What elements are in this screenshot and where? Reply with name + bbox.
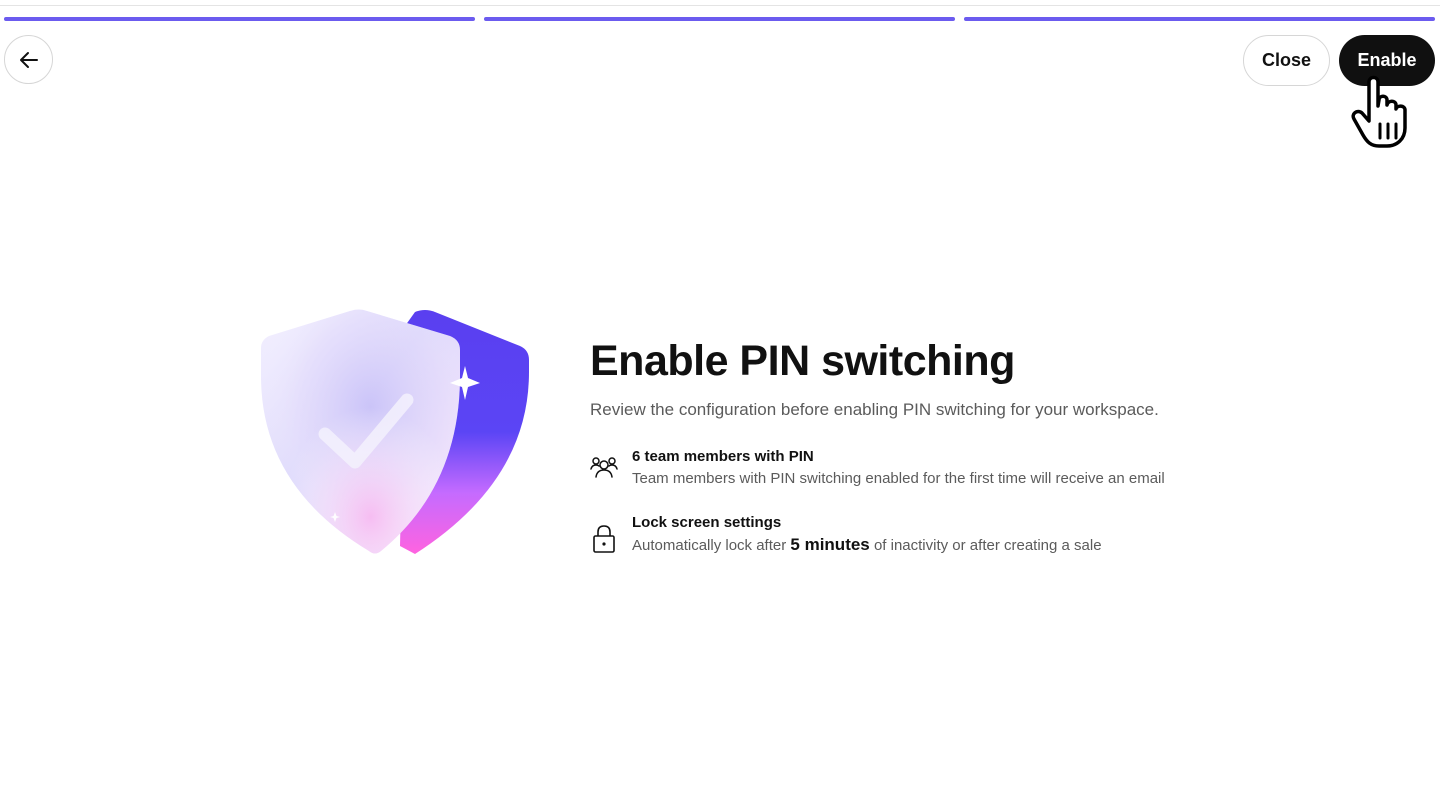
lock-icon: [590, 525, 618, 553]
list-item-description: Team members with PIN switching enabled …: [632, 470, 1165, 487]
shield-check-icon: [261, 309, 529, 554]
list-item-team-members: 6 team members with PIN Team members wit…: [590, 447, 1290, 490]
main-content: Enable PIN switching Review the configur…: [590, 336, 1290, 557]
arrow-left-icon: [19, 51, 38, 68]
progress-bar: [4, 17, 1435, 21]
list-item-title: Lock screen settings: [632, 514, 782, 531]
top-border: [0, 5, 1440, 6]
close-button[interactable]: Close: [1243, 35, 1330, 86]
team-members-icon: [590, 454, 618, 482]
lock-timeout-value: 5 minutes: [790, 535, 870, 554]
close-button-label: Close: [1261, 50, 1312, 70]
progress-step-2: [484, 17, 955, 21]
list-item-lock-screen: Lock screen settings Automatically lock …: [590, 513, 1290, 557]
list-item-text: Lock screen settings Automatically lock …: [632, 513, 1102, 557]
page-subtitle: Review the configuration before enabling…: [590, 400, 1159, 419]
back-button[interactable]: [4, 35, 53, 84]
enable-button[interactable]: Enable: [1339, 35, 1435, 86]
list-item-text: 6 team members with PIN Team members wit…: [632, 447, 1165, 490]
enable-button-label: Enable: [1357, 50, 1417, 70]
page-title: Enable PIN switching: [590, 337, 1015, 385]
list-item-description: Automatically lock after 5 minutes of in…: [632, 534, 1102, 557]
enable-pin-switching-page: Close Enable Enable PIN switching Review…: [0, 0, 1440, 800]
list-item-title: 6 team members with PIN: [632, 448, 814, 465]
progress-step-3: [964, 17, 1435, 21]
description-suffix: of inactivity or after creating a sale: [873, 537, 1102, 554]
progress-step-1: [4, 17, 475, 21]
description-prefix: Automatically lock after: [632, 537, 787, 554]
